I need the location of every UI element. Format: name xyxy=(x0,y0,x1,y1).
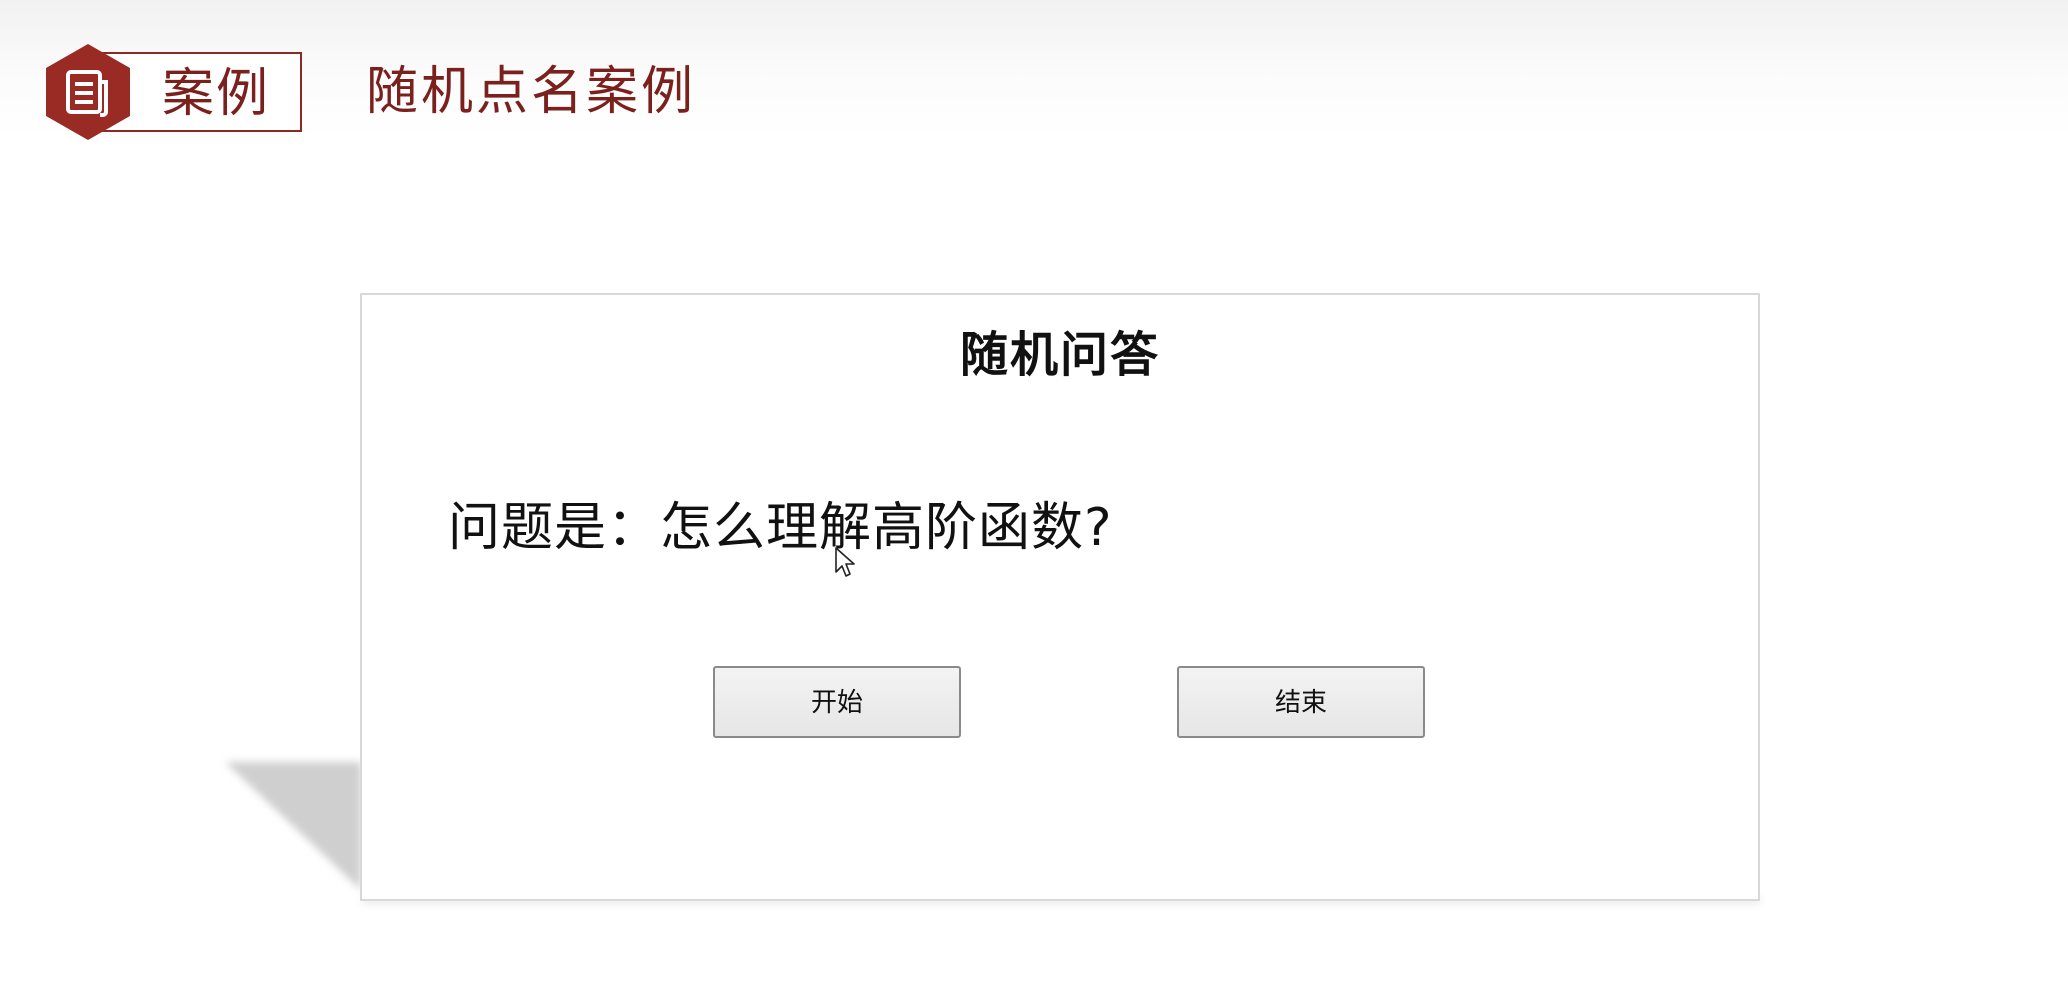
slide-title: 随机点名案例 xyxy=(366,62,697,122)
card-title: 随机问答 xyxy=(959,327,1160,383)
mouse-cursor-icon xyxy=(835,547,855,577)
end-button[interactable]: 结束 xyxy=(1177,666,1425,738)
quiz-card: 随机问答 问题是：怎么理解高阶函数? 开始 结束 xyxy=(360,293,1760,901)
document-icon xyxy=(46,44,130,140)
badge-label: 案例 xyxy=(162,64,271,124)
section-badge: 案例 xyxy=(44,42,304,140)
card-shadow xyxy=(225,762,361,890)
question-text: 问题是：怎么理解高阶函数? xyxy=(448,498,1113,558)
start-button[interactable]: 开始 xyxy=(713,666,961,738)
